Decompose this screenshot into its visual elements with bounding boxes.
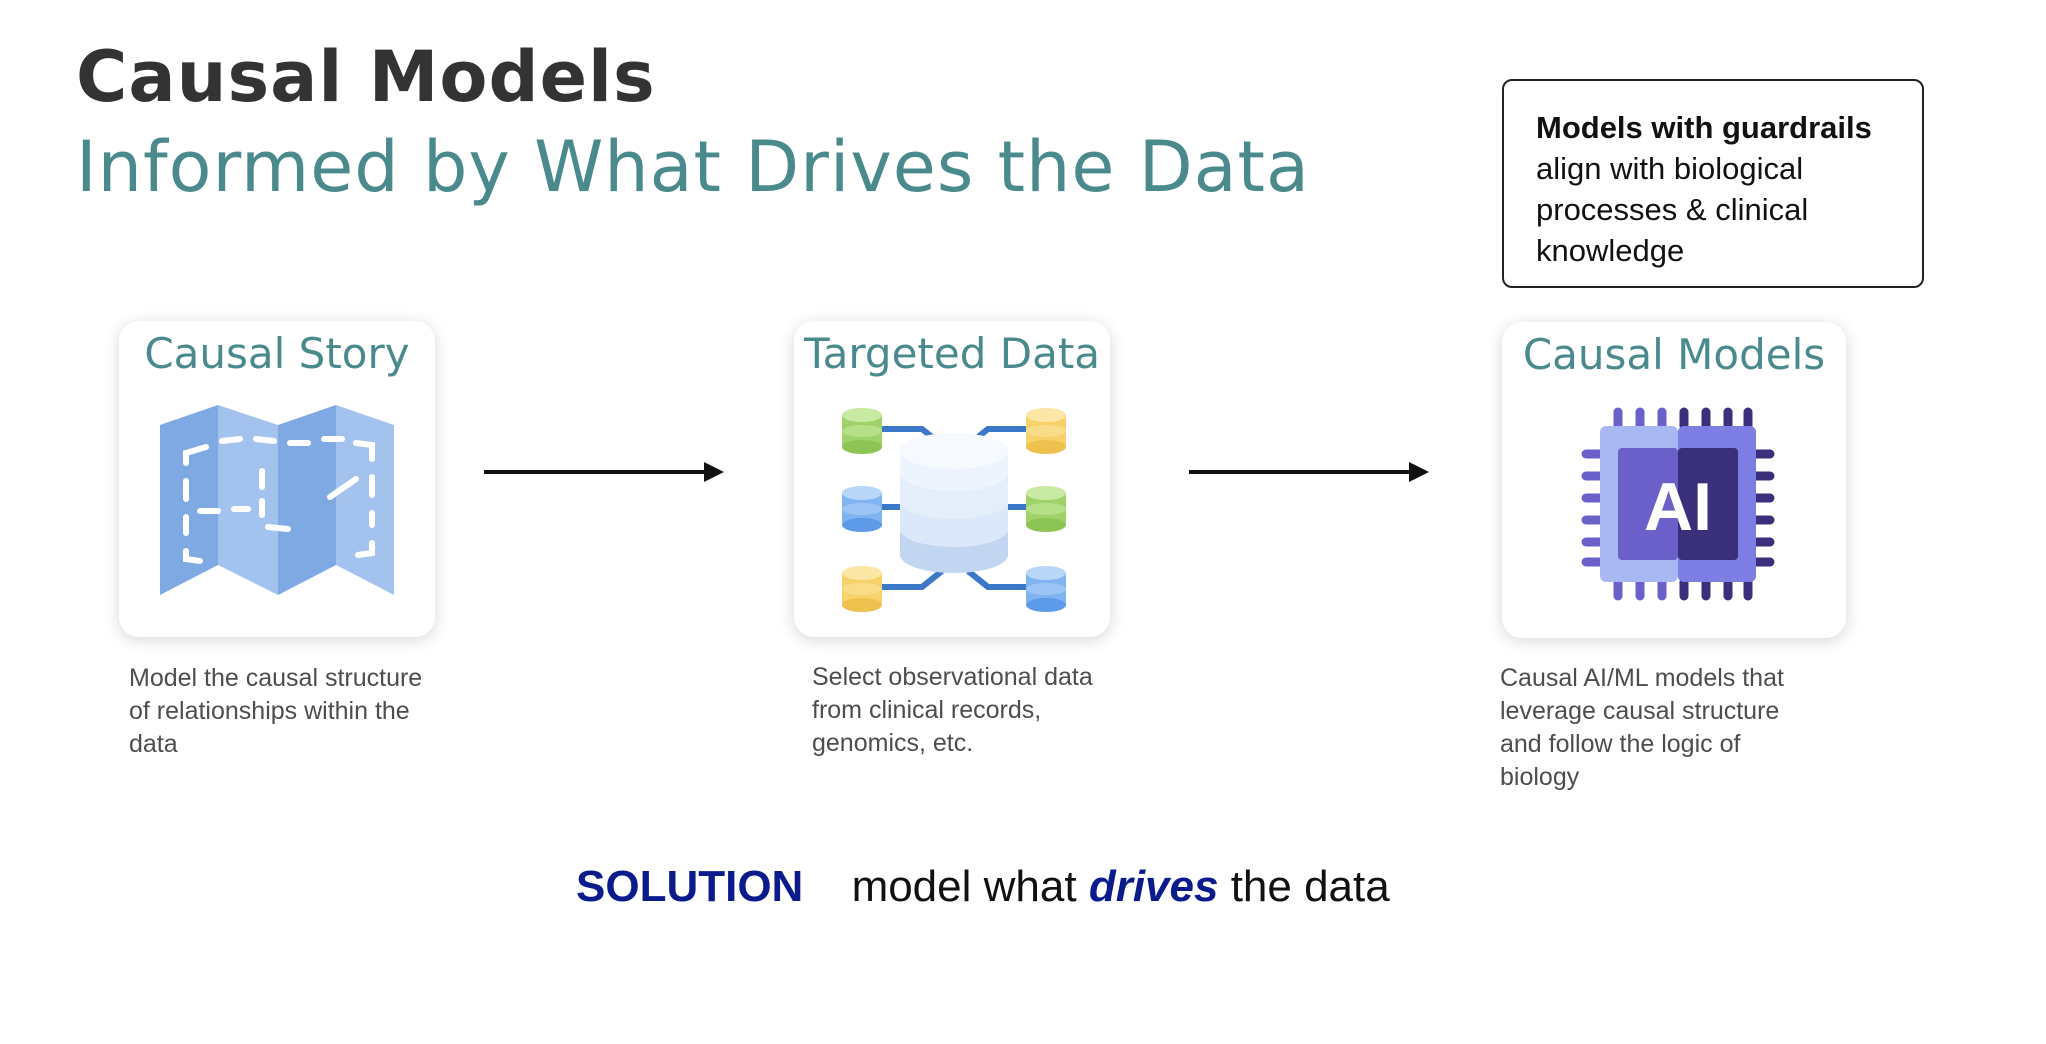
db-green-top-left xyxy=(842,408,882,454)
solution-text-before: model what xyxy=(851,862,1077,911)
step-title: Targeted Data xyxy=(803,329,1101,378)
step-description: Select observational data from clinical … xyxy=(812,663,1093,757)
page-subtitle: Informed by What Drives the Data xyxy=(76,126,1310,208)
page-title: Causal Models xyxy=(76,36,656,118)
step-title: Causal Story xyxy=(144,329,410,378)
solution-emphasis: drives xyxy=(1088,862,1219,911)
solution-text-after: the data xyxy=(1230,862,1390,911)
guardrails-callout: Models with guardrails align with biolog… xyxy=(1502,79,1924,288)
database-network-icon xyxy=(842,408,1066,612)
callout-text: align with biological processes & clinic… xyxy=(1536,151,1809,268)
db-green-mid-right xyxy=(1026,486,1066,532)
step-card-targeted-data: Targeted Data xyxy=(794,321,1110,637)
solution-label: SOLUTION xyxy=(576,862,804,911)
db-yellow-bottom-left xyxy=(842,566,882,612)
solution-statement: SOLUTION model what drives the data xyxy=(576,862,1390,912)
map-icon xyxy=(160,405,394,595)
db-blue-mid-left xyxy=(842,486,882,532)
step-card-causal-models: Causal Models AI xyxy=(1502,322,1846,638)
arrow-right-icon xyxy=(484,462,724,482)
step-card-causal-story: Causal Story xyxy=(119,321,435,637)
ai-chip-icon: AI xyxy=(1581,407,1775,601)
step-description: Model the causal structure of relationsh… xyxy=(129,664,423,758)
db-yellow-top-right xyxy=(1026,408,1066,454)
step-description: Causal AI/ML models that leverage causal… xyxy=(1500,664,1784,791)
db-blue-bottom-right xyxy=(1026,566,1066,612)
step-title: Causal Models xyxy=(1522,330,1826,379)
arrow-right-icon xyxy=(1189,462,1429,482)
ai-chip-label: AI xyxy=(1644,469,1712,545)
callout-heading: Models with guardrails xyxy=(1536,110,1872,145)
